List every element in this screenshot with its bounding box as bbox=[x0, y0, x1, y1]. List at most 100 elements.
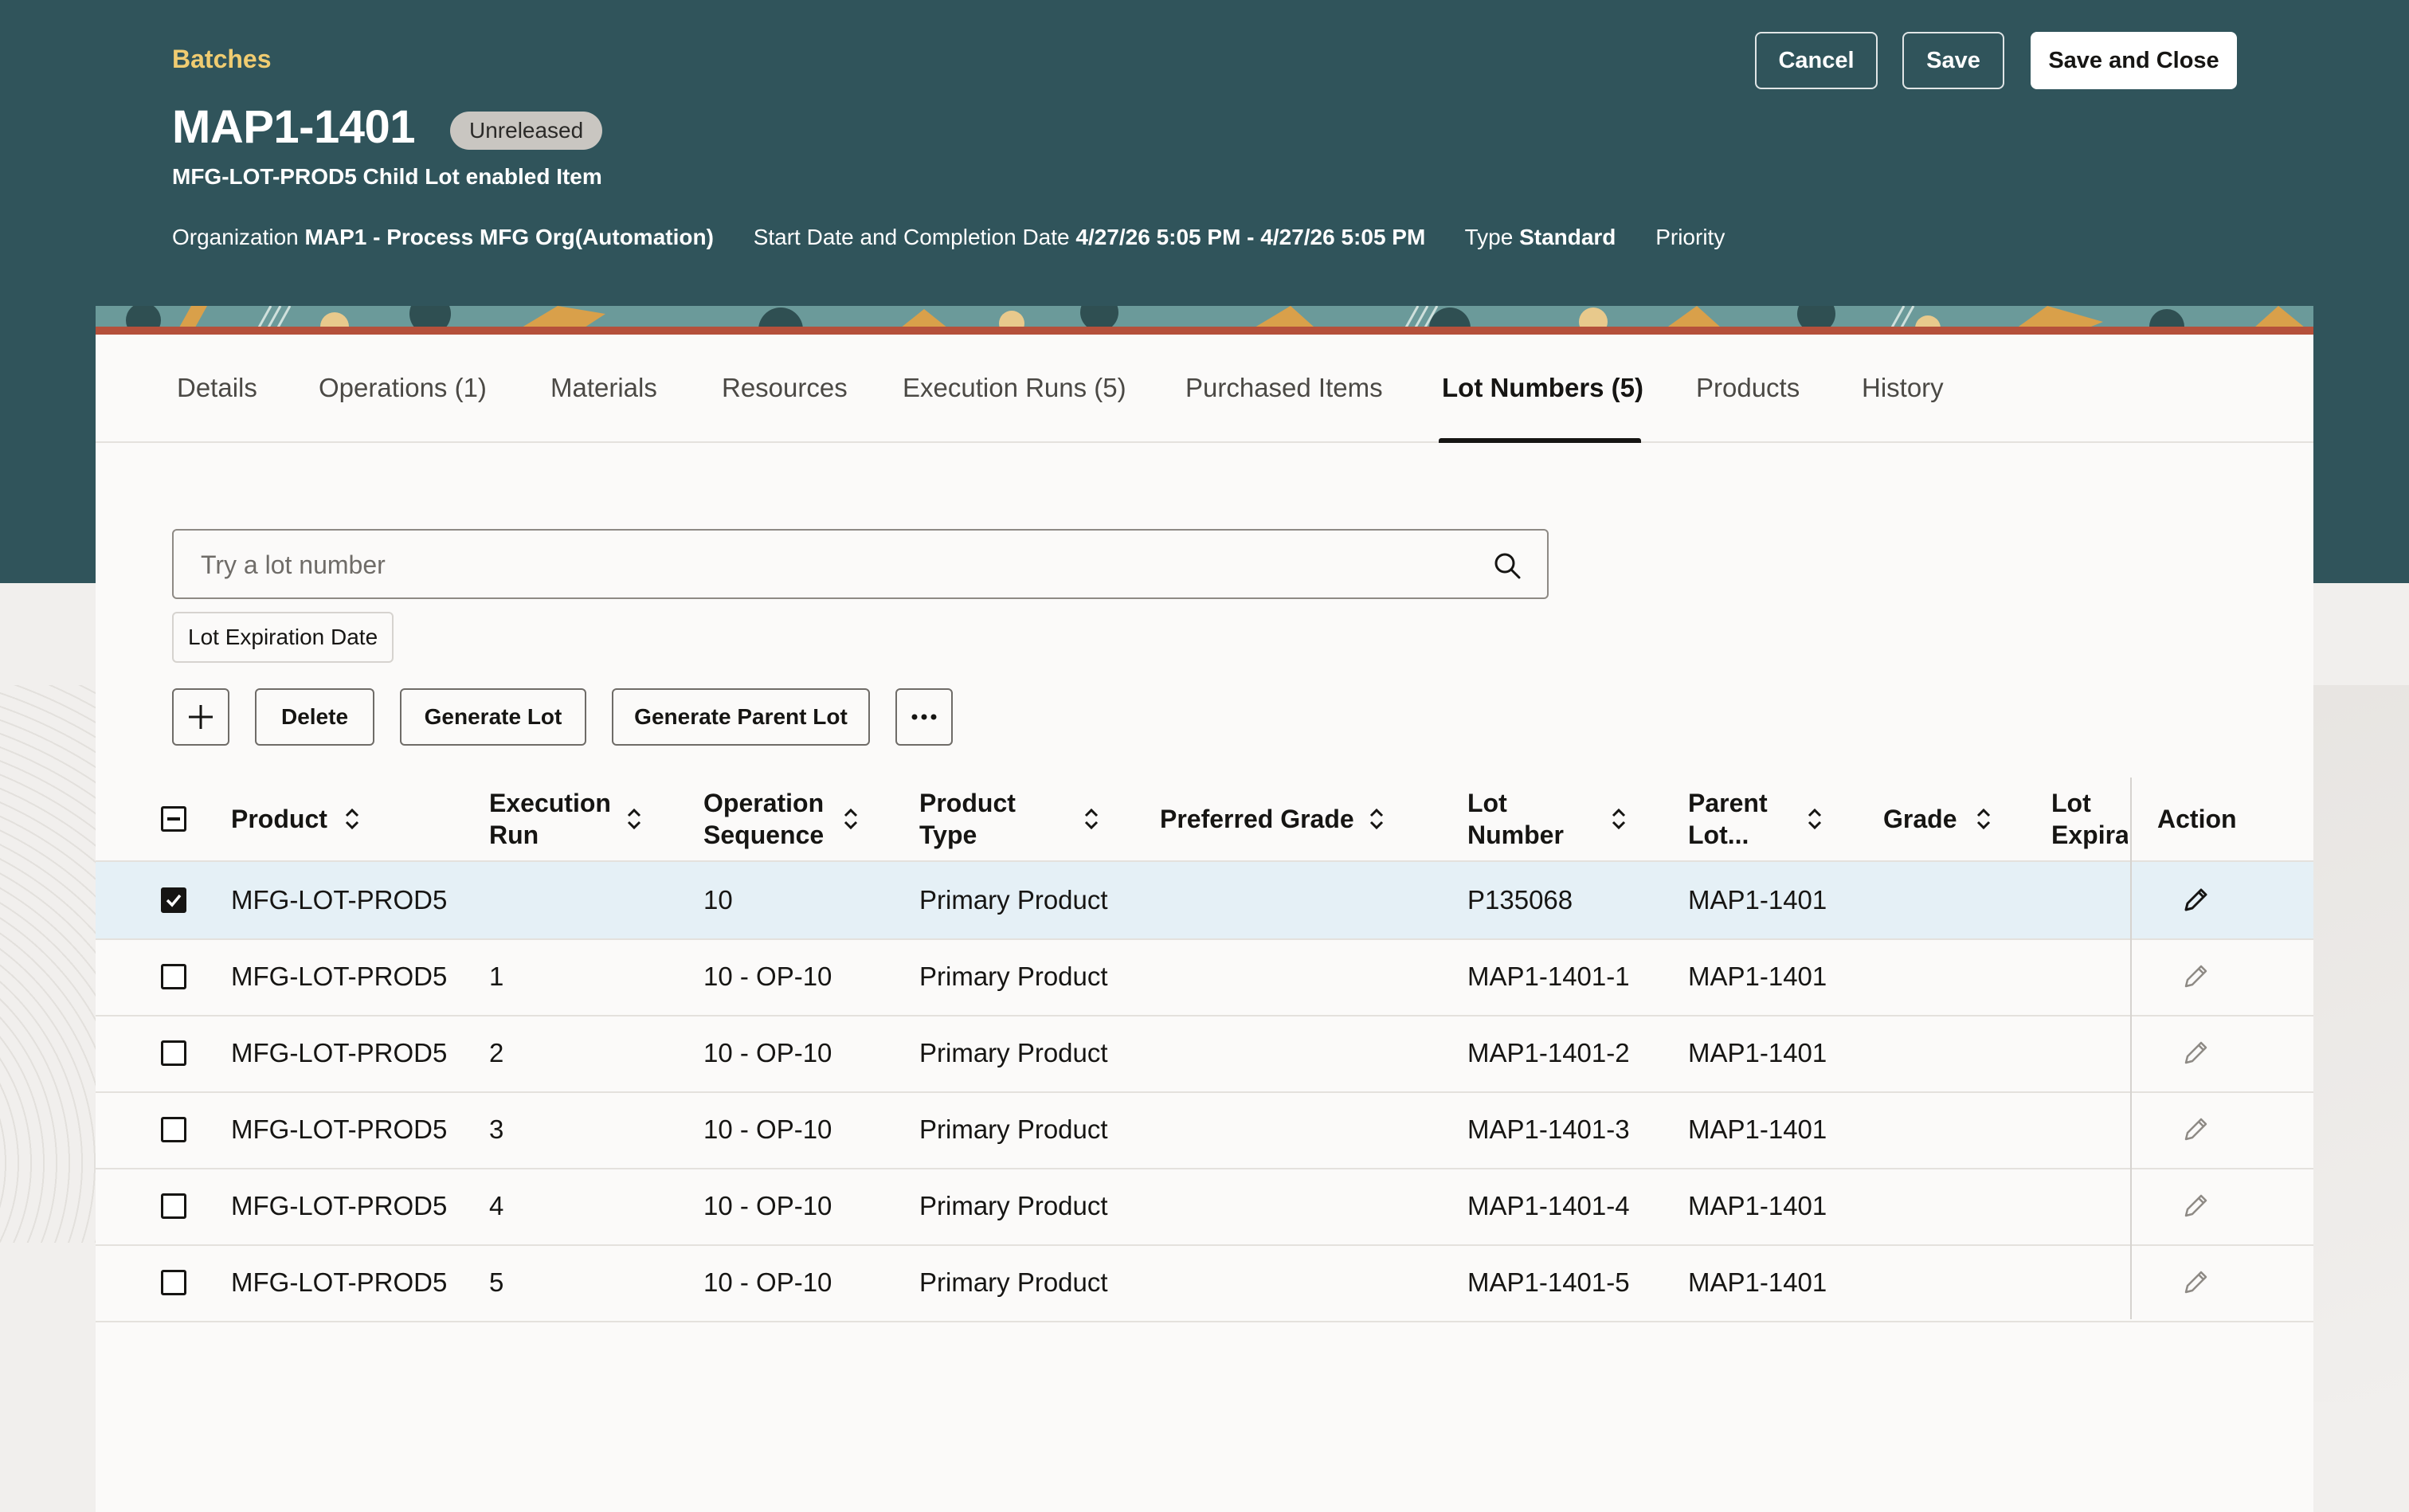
row-checkbox[interactable] bbox=[161, 1040, 186, 1066]
cell-product-type: Primary Product bbox=[919, 962, 1108, 991]
cell-execution-run: 5 bbox=[489, 1267, 504, 1297]
header-label-line: Sequence bbox=[703, 821, 825, 849]
table-row[interactable]: MFG-LOT-PROD5 4 10 - OP-10 Primary Product M… bbox=[96, 1168, 2313, 1246]
meta-type: Type Standard bbox=[1465, 225, 1616, 249]
cell-lot-number: MAP1-1401-3 bbox=[1467, 1114, 1630, 1144]
table-row[interactable]: MFG-LOT-PROD5 2 10 - OP-10 Primary Product M… bbox=[96, 1015, 2313, 1093]
header-label-line: Product bbox=[919, 789, 1016, 817]
table-row[interactable]: MFG-LOT-PROD5 5 10 - OP-10 Primary Product M… bbox=[96, 1244, 2313, 1322]
sort-icon[interactable] bbox=[1080, 806, 1103, 832]
cell-lot-number: MAP1-1401-2 bbox=[1467, 1038, 1630, 1067]
cell-product-type: Primary Product bbox=[919, 885, 1108, 915]
sort-icon[interactable] bbox=[1608, 806, 1630, 832]
table-header: Product Execution Run Operation Sequence P… bbox=[96, 778, 2313, 862]
edit-pencil-icon[interactable] bbox=[2180, 884, 2211, 916]
header-label: Preferred Grade bbox=[1160, 805, 1354, 833]
cell-operation-sequence: 10 - OP-10 bbox=[703, 1267, 832, 1297]
save-and-close-button[interactable]: Save and Close bbox=[2031, 32, 2237, 89]
sort-icon[interactable] bbox=[623, 806, 645, 832]
tab-products[interactable]: Products bbox=[1696, 335, 1800, 441]
generate-parent-lot-button[interactable]: Generate Parent Lot bbox=[612, 688, 870, 746]
lot-search-field[interactable] bbox=[172, 529, 1549, 599]
row-checkbox[interactable] bbox=[161, 1193, 186, 1219]
column-header-grade[interactable]: Grade bbox=[1883, 778, 1957, 860]
tab-details[interactable]: Details bbox=[177, 335, 257, 441]
column-header-lot-expiration[interactable]: Lot Expirat bbox=[2051, 778, 2128, 860]
header-label-line: Number bbox=[1467, 821, 1564, 849]
column-header-lot-number[interactable]: Lot Number bbox=[1467, 778, 1564, 860]
checkmark-icon bbox=[166, 894, 182, 907]
cell-lot-number: MAP1-1401-4 bbox=[1467, 1191, 1630, 1220]
edit-pencil-icon[interactable] bbox=[2180, 1267, 2211, 1299]
tab-resources[interactable]: Resources bbox=[722, 335, 848, 441]
tab-history[interactable]: History bbox=[1862, 335, 1944, 441]
breadcrumb[interactable]: Batches bbox=[172, 45, 272, 74]
cell-parent-lot: MAP1-1401 bbox=[1688, 1191, 1827, 1220]
more-actions-button[interactable] bbox=[895, 688, 953, 746]
select-all-checkbox[interactable] bbox=[161, 806, 186, 832]
generate-lot-button[interactable]: Generate Lot bbox=[400, 688, 586, 746]
row-checkbox[interactable] bbox=[161, 964, 186, 989]
cell-execution-run: 4 bbox=[489, 1191, 504, 1220]
row-checkbox[interactable] bbox=[161, 1270, 186, 1295]
delete-button[interactable]: Delete bbox=[255, 688, 374, 746]
header-label: Lot Expirat bbox=[2051, 787, 2128, 851]
tab-operations[interactable]: Operations (1) bbox=[319, 335, 487, 441]
meta-dates: Start Date and Completion Date 4/27/26 5… bbox=[754, 225, 1426, 249]
cell-product: MFG-LOT-PROD5 bbox=[231, 1038, 448, 1067]
cell-product-type: Primary Product bbox=[919, 1267, 1108, 1297]
header-label-line: Execution bbox=[489, 789, 611, 817]
edit-pencil-icon[interactable] bbox=[2180, 1114, 2211, 1146]
save-button[interactable]: Save bbox=[1902, 32, 2004, 89]
header-label-line: Parent bbox=[1688, 789, 1768, 817]
background-pattern-right bbox=[2313, 685, 2409, 1402]
sort-icon[interactable] bbox=[1804, 806, 1826, 832]
sort-icon[interactable] bbox=[1365, 806, 1388, 832]
sort-icon[interactable] bbox=[341, 806, 363, 832]
cell-lot-number: P135068 bbox=[1467, 885, 1573, 915]
lot-expiration-date-filter-chip[interactable]: Lot Expiration Date bbox=[172, 612, 394, 663]
meta-dates-value: 4/27/26 5:05 PM - 4/27/26 5:05 PM bbox=[1075, 225, 1426, 249]
header-label-line: Expirat bbox=[2051, 821, 2128, 849]
header-label: Operation Sequence bbox=[703, 787, 824, 851]
column-header-product[interactable]: Product bbox=[231, 778, 327, 860]
add-button[interactable] bbox=[172, 688, 229, 746]
cell-product-type: Primary Product bbox=[919, 1038, 1108, 1067]
cell-operation-sequence: 10 - OP-10 bbox=[703, 1038, 832, 1067]
search-input[interactable] bbox=[199, 531, 1445, 599]
meta-organization-label: Organization bbox=[172, 225, 299, 249]
search-icon[interactable] bbox=[1491, 550, 1523, 582]
edit-pencil-icon[interactable] bbox=[2180, 1037, 2211, 1069]
sort-icon[interactable] bbox=[840, 806, 862, 832]
column-header-operation-sequence[interactable]: Operation Sequence bbox=[703, 778, 824, 860]
cell-parent-lot: MAP1-1401 bbox=[1688, 1114, 1827, 1144]
cell-lot-number: MAP1-1401-5 bbox=[1467, 1267, 1630, 1297]
column-header-parent-lot[interactable]: Parent Lot... bbox=[1688, 778, 1768, 860]
cancel-button[interactable]: Cancel bbox=[1755, 32, 1878, 89]
header-meta: Organization MAP1 - Process MFG Org(Auto… bbox=[172, 225, 1758, 250]
ellipsis-icon bbox=[911, 714, 937, 720]
plus-icon bbox=[189, 705, 213, 729]
tab-execution-runs[interactable]: Execution Runs (5) bbox=[903, 335, 1126, 441]
column-header-preferred-grade[interactable]: Preferred Grade bbox=[1160, 778, 1354, 860]
cell-product: MFG-LOT-PROD5 bbox=[231, 962, 448, 991]
cell-product: MFG-LOT-PROD5 bbox=[231, 1267, 448, 1297]
cell-parent-lot: MAP1-1401 bbox=[1688, 1267, 1827, 1297]
edit-pencil-icon[interactable] bbox=[2180, 1190, 2211, 1222]
tab-purchased-items[interactable]: Purchased Items bbox=[1185, 335, 1383, 441]
cell-parent-lot: MAP1-1401 bbox=[1688, 1038, 1827, 1067]
table-row[interactable]: MFG-LOT-PROD5 1 10 - OP-10 Primary Product M… bbox=[96, 938, 2313, 1016]
tab-lot-numbers[interactable]: Lot Numbers (5) bbox=[1442, 335, 1643, 441]
table-row[interactable]: MFG-LOT-PROD5 10 Primary Product P135068 MAP… bbox=[96, 862, 2313, 940]
page-subtitle: MFG-LOT-PROD5 Child Lot enabled Item bbox=[172, 164, 602, 189]
table-row[interactable]: MFG-LOT-PROD5 3 10 - OP-10 Primary Product M… bbox=[96, 1091, 2313, 1169]
row-checkbox[interactable] bbox=[161, 887, 186, 913]
edit-pencil-icon[interactable] bbox=[2180, 961, 2211, 993]
cell-operation-sequence: 10 bbox=[703, 885, 733, 915]
row-checkbox[interactable] bbox=[161, 1117, 186, 1142]
sort-icon[interactable] bbox=[1972, 806, 1995, 832]
frozen-column-divider bbox=[2130, 778, 2132, 1319]
column-header-product-type[interactable]: Product Type bbox=[919, 778, 1016, 860]
column-header-execution-run[interactable]: Execution Run bbox=[489, 778, 611, 860]
tab-materials[interactable]: Materials bbox=[550, 335, 657, 441]
